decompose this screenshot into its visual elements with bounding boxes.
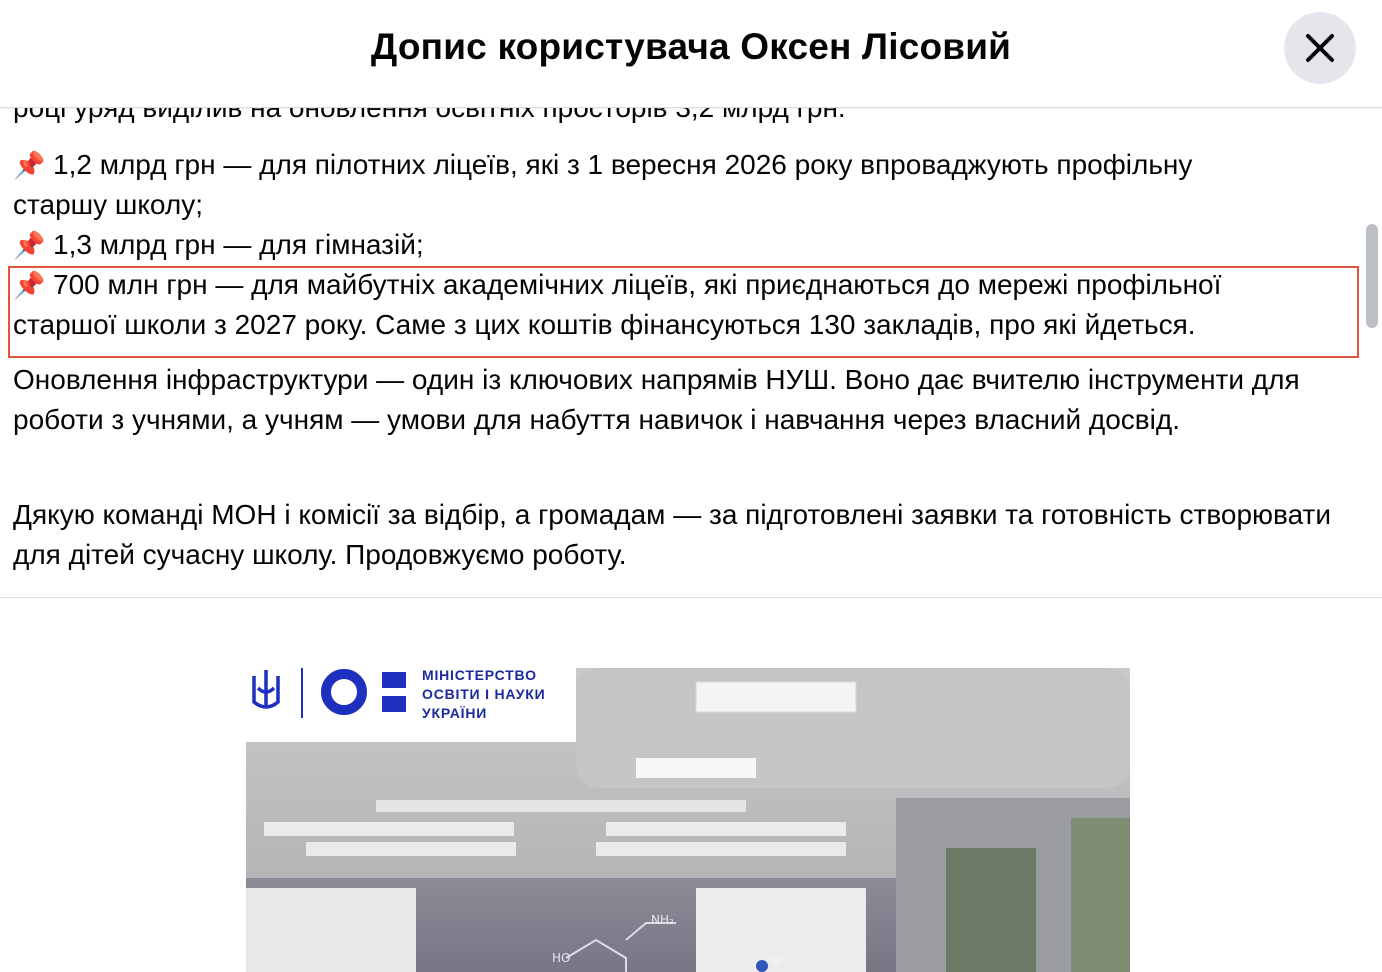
- trident-icon: [252, 670, 280, 709]
- post-content: році уряд виділив на оновлення освітніх …: [0, 0, 1382, 972]
- bullet-continuation: старшої школи з 2027 року. Саме з цих ко…: [13, 309, 1196, 340]
- post-modal: році уряд виділив на оновлення освітніх …: [0, 0, 1382, 972]
- bullet-text: 1,3 млрд грн — для гімназій;: [53, 229, 424, 260]
- paragraph-infrastructure: Оновлення інфраструктури — один із ключо…: [13, 364, 1300, 435]
- pushpin-icon: 📌: [13, 230, 46, 260]
- formula-label-nh2: NH₂: [651, 913, 674, 927]
- scrollbar-thumb[interactable]: [1366, 224, 1378, 328]
- bullet-item-1: 📌 1,2 млрд грн — для пілотних ліцеїв, які…: [13, 145, 1363, 225]
- modal-title: Допис користувача Оксен Лісовий: [370, 26, 1012, 67]
- divider: [0, 597, 1382, 598]
- close-icon: [1306, 34, 1334, 62]
- bullet-item-2: 📌 1,3 млрд грн — для гімназій;: [13, 225, 1363, 265]
- paragraph-thanks: Дякую команді МОН і комісії за відбір, а…: [13, 499, 1332, 570]
- bullet-text: 700 млн грн — для майбутніх академічних …: [53, 269, 1222, 300]
- bullet-item-3: 📌 700 млн грн — для майбутніх академічних…: [13, 265, 1363, 345]
- pushpin-icon: 📌: [13, 270, 46, 300]
- ministry-name: МІНІСТЕРСТВО ОСВІТИ І НАУКИ УКРАЇНИ: [422, 667, 546, 721]
- pushpin-icon: 📌: [13, 150, 46, 180]
- modal-header: Допис користувача Оксен Лісовий: [0, 0, 1382, 108]
- bullet-text: 1,2 млрд грн — для пілотних ліцеїв, які …: [53, 149, 1193, 180]
- formula-label-ho: HO: [552, 951, 570, 965]
- bullet-continuation: старшу школу;: [13, 189, 203, 220]
- close-button[interactable]: [1284, 12, 1356, 84]
